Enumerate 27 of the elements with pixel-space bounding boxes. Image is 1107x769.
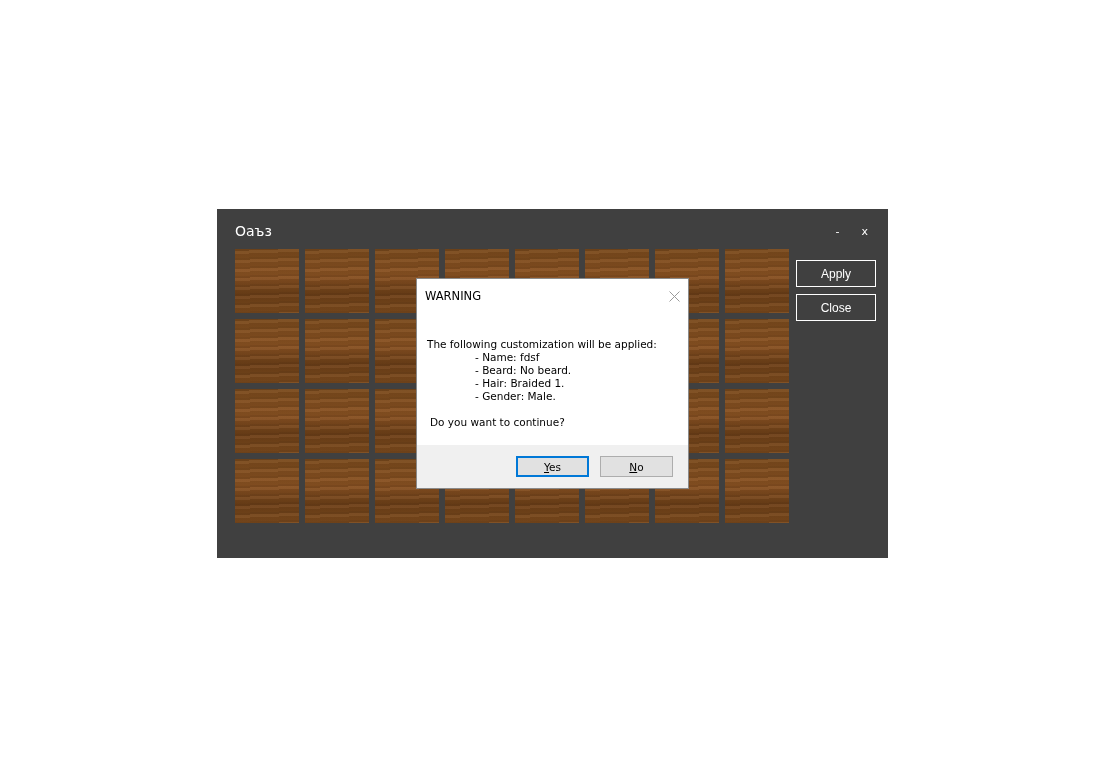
window-title: Оаъз bbox=[235, 223, 273, 239]
wood-tile[interactable] bbox=[235, 389, 299, 453]
wood-tile[interactable] bbox=[235, 249, 299, 313]
wood-tile[interactable] bbox=[725, 459, 789, 523]
wood-tile[interactable] bbox=[235, 319, 299, 383]
wood-tile[interactable] bbox=[235, 459, 299, 523]
close-button[interactable]: x bbox=[857, 224, 872, 238]
wood-tile[interactable] bbox=[725, 249, 789, 313]
apply-button[interactable]: Apply bbox=[796, 260, 876, 287]
message-list-item: - Name: fdsf bbox=[474, 351, 541, 364]
message-list-item: - Beard: No beard. bbox=[474, 364, 573, 377]
minimize-button[interactable]: - bbox=[831, 224, 844, 238]
wood-tile[interactable] bbox=[305, 389, 369, 453]
wood-tile[interactable] bbox=[725, 319, 789, 383]
message-list-item: - Gender: Male. bbox=[474, 390, 557, 403]
dialog-title: WARNING bbox=[425, 289, 482, 303]
yes-button[interactable]: Yes bbox=[516, 456, 589, 477]
wood-tile[interactable] bbox=[725, 389, 789, 453]
wood-tile[interactable] bbox=[305, 319, 369, 383]
close-icon[interactable] bbox=[669, 290, 680, 302]
wood-tile[interactable] bbox=[305, 249, 369, 313]
message-list-item: - Hair: Braided 1. bbox=[474, 377, 566, 390]
no-button[interactable]: No bbox=[600, 456, 673, 477]
message-text: The following customization will be applied: bbox=[427, 338, 658, 351]
close-button[interactable]: Close bbox=[796, 294, 876, 321]
question-text: Do you want to continue? bbox=[429, 416, 566, 429]
wood-tile[interactable] bbox=[305, 459, 369, 523]
